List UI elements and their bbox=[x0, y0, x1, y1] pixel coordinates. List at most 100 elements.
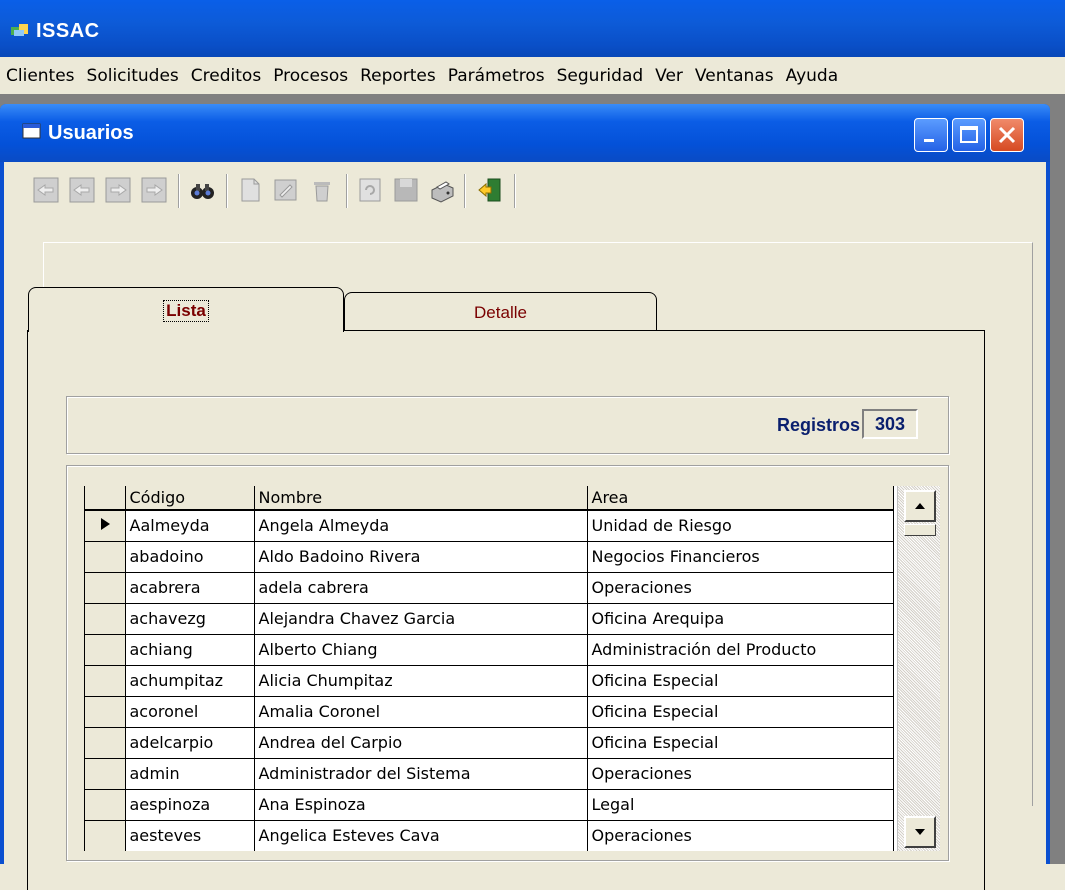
menu-ver[interactable]: Ver bbox=[649, 66, 689, 86]
row-selector[interactable] bbox=[85, 634, 126, 666]
toolbar-separator bbox=[464, 174, 466, 208]
cell-codigo[interactable]: acoronel bbox=[125, 696, 255, 728]
cell-codigo[interactable]: adelcarpio bbox=[125, 727, 255, 759]
cell-codigo[interactable]: abadoino bbox=[125, 541, 255, 573]
last-record-icon[interactable] bbox=[140, 176, 168, 204]
cell-area[interactable]: Oficina Especial bbox=[587, 665, 894, 697]
row-selector[interactable] bbox=[85, 727, 126, 759]
table-row[interactable]: Aalmeyda Angela Almeyda Unidad de Riesgo bbox=[85, 510, 894, 542]
cell-area[interactable]: Oficina Arequipa bbox=[587, 603, 894, 635]
arrow-up-icon bbox=[915, 503, 925, 509]
menu-solicitudes[interactable]: Solicitudes bbox=[81, 66, 185, 86]
table-row[interactable]: adelcarpio Andrea del Carpio Oficina Espec… bbox=[85, 727, 894, 759]
table-row[interactable]: aespinoza Ana Espinoza Legal bbox=[85, 789, 894, 821]
previous-record-icon[interactable] bbox=[68, 176, 96, 204]
cell-nombre[interactable]: Alberto Chiang bbox=[254, 634, 588, 666]
minimize-icon bbox=[924, 139, 934, 142]
grid-body: Aalmeyda Angela Almeyda Unidad de Riesgo ab… bbox=[85, 510, 894, 851]
table-row[interactable]: acoronel Amalia Coronel Oficina Especial bbox=[85, 696, 894, 728]
minimize-button[interactable] bbox=[914, 118, 948, 152]
new-record-icon[interactable] bbox=[236, 176, 264, 204]
cell-area[interactable]: Oficina Especial bbox=[587, 727, 894, 759]
cell-area[interactable]: Oficina Especial bbox=[587, 696, 894, 728]
cell-nombre[interactable]: Administrador del Sistema bbox=[254, 758, 588, 790]
cell-area[interactable]: Administración del Producto bbox=[587, 634, 894, 666]
binoculars-icon[interactable] bbox=[188, 176, 216, 204]
menu-clientes[interactable]: Clientes bbox=[0, 66, 81, 86]
refresh-icon[interactable] bbox=[356, 176, 384, 204]
cell-area[interactable]: Legal bbox=[587, 789, 894, 821]
cell-codigo[interactable]: admin bbox=[125, 758, 255, 790]
menu-ventanas[interactable]: Ventanas bbox=[689, 66, 780, 86]
row-selector[interactable] bbox=[85, 820, 126, 851]
exit-icon[interactable] bbox=[476, 176, 504, 204]
cell-area[interactable]: Operaciones bbox=[587, 820, 894, 851]
row-selector[interactable] bbox=[85, 789, 126, 821]
table-row[interactable]: achiang Alberto Chiang Administración del … bbox=[85, 634, 894, 666]
scroll-thumb[interactable] bbox=[904, 524, 936, 536]
column-header-codigo[interactable]: Código bbox=[125, 486, 255, 511]
cell-nombre[interactable]: Andrea del Carpio bbox=[254, 727, 588, 759]
scroll-down-button[interactable] bbox=[904, 816, 936, 848]
column-header-area[interactable]: Area bbox=[587, 486, 894, 511]
menu-ayuda[interactable]: Ayuda bbox=[780, 66, 845, 86]
menu-parametros[interactable]: Parámetros bbox=[442, 66, 551, 86]
row-selector[interactable] bbox=[85, 758, 126, 790]
cell-nombre[interactable]: Alicia Chumpitaz bbox=[254, 665, 588, 697]
cell-nombre[interactable]: Angelica Esteves Cava bbox=[254, 820, 588, 851]
cell-nombre[interactable]: Ana Espinoza bbox=[254, 789, 588, 821]
cell-codigo[interactable]: Aalmeyda bbox=[125, 510, 255, 542]
edit-record-icon[interactable] bbox=[272, 176, 300, 204]
first-record-icon[interactable] bbox=[32, 176, 60, 204]
vertical-scrollbar[interactable] bbox=[897, 486, 940, 851]
window-titlebar[interactable]: Usuarios bbox=[0, 104, 1050, 162]
tab-lista[interactable]: Lista bbox=[28, 287, 344, 332]
tab-detalle[interactable]: Detalle bbox=[344, 292, 657, 332]
cell-codigo[interactable]: aespinoza bbox=[125, 789, 255, 821]
table-row[interactable]: achavezg Alejandra Chavez Garcia Oficina A… bbox=[85, 603, 894, 635]
menu-procesos[interactable]: Procesos bbox=[267, 66, 354, 86]
app-titlebar[interactable]: ISSAC bbox=[0, 0, 1065, 57]
cell-codigo[interactable]: achumpitaz bbox=[125, 665, 255, 697]
next-record-icon[interactable] bbox=[104, 176, 132, 204]
column-header-nombre[interactable]: Nombre bbox=[254, 486, 588, 511]
menu-seguridad[interactable]: Seguridad bbox=[551, 66, 650, 86]
cell-nombre[interactable]: Angela Almeyda bbox=[254, 510, 588, 542]
menu-creditos[interactable]: Creditos bbox=[185, 66, 267, 86]
row-selector[interactable] bbox=[85, 541, 126, 573]
table-row[interactable]: aesteves Angelica Esteves Cava Operaciones bbox=[85, 820, 894, 851]
cell-nombre[interactable]: Alejandra Chavez Garcia bbox=[254, 603, 588, 635]
users-grid[interactable]: Código Nombre Area Aalmeyda Angela Almeyd… bbox=[84, 486, 940, 851]
close-button[interactable] bbox=[990, 118, 1024, 152]
menu-reportes[interactable]: Reportes bbox=[354, 66, 442, 86]
close-icon bbox=[998, 126, 1016, 144]
cell-nombre[interactable]: adela cabrera bbox=[254, 572, 588, 604]
window-title: Usuarios bbox=[48, 122, 134, 144]
row-selector[interactable] bbox=[85, 696, 126, 728]
print-icon[interactable] bbox=[428, 176, 456, 204]
table-row[interactable]: admin Administrador del Sistema Operacione… bbox=[85, 758, 894, 790]
cell-nombre[interactable]: Amalia Coronel bbox=[254, 696, 588, 728]
cell-codigo[interactable]: achiang bbox=[125, 634, 255, 666]
row-selector[interactable] bbox=[85, 603, 126, 635]
table-row[interactable]: achumpitaz Alicia Chumpitaz Oficina Especi… bbox=[85, 665, 894, 697]
window-body: Lista Detalle Registros 303 Código Nombr… bbox=[4, 162, 1046, 890]
cell-area[interactable]: Operaciones bbox=[587, 758, 894, 790]
cell-codigo[interactable]: aesteves bbox=[125, 820, 255, 851]
cell-codigo[interactable]: achavezg bbox=[125, 603, 255, 635]
delete-record-icon[interactable] bbox=[308, 176, 336, 204]
cell-area[interactable]: Operaciones bbox=[587, 572, 894, 604]
table-row[interactable]: acabrera adela cabrera Operaciones bbox=[85, 572, 894, 604]
cell-nombre[interactable]: Aldo Badoino Rivera bbox=[254, 541, 588, 573]
cell-area[interactable]: Negocios Financieros bbox=[587, 541, 894, 573]
row-selector[interactable] bbox=[85, 510, 126, 542]
table-row[interactable]: abadoino Aldo Badoino Rivera Negocios Fina… bbox=[85, 541, 894, 573]
row-selector[interactable] bbox=[85, 572, 126, 604]
toolbar-separator bbox=[346, 174, 348, 208]
scroll-up-button[interactable] bbox=[904, 490, 936, 522]
maximize-button[interactable] bbox=[952, 118, 986, 152]
save-icon[interactable] bbox=[392, 176, 420, 204]
cell-codigo[interactable]: acabrera bbox=[125, 572, 255, 604]
row-selector[interactable] bbox=[85, 665, 126, 697]
cell-area[interactable]: Unidad de Riesgo bbox=[587, 510, 894, 542]
